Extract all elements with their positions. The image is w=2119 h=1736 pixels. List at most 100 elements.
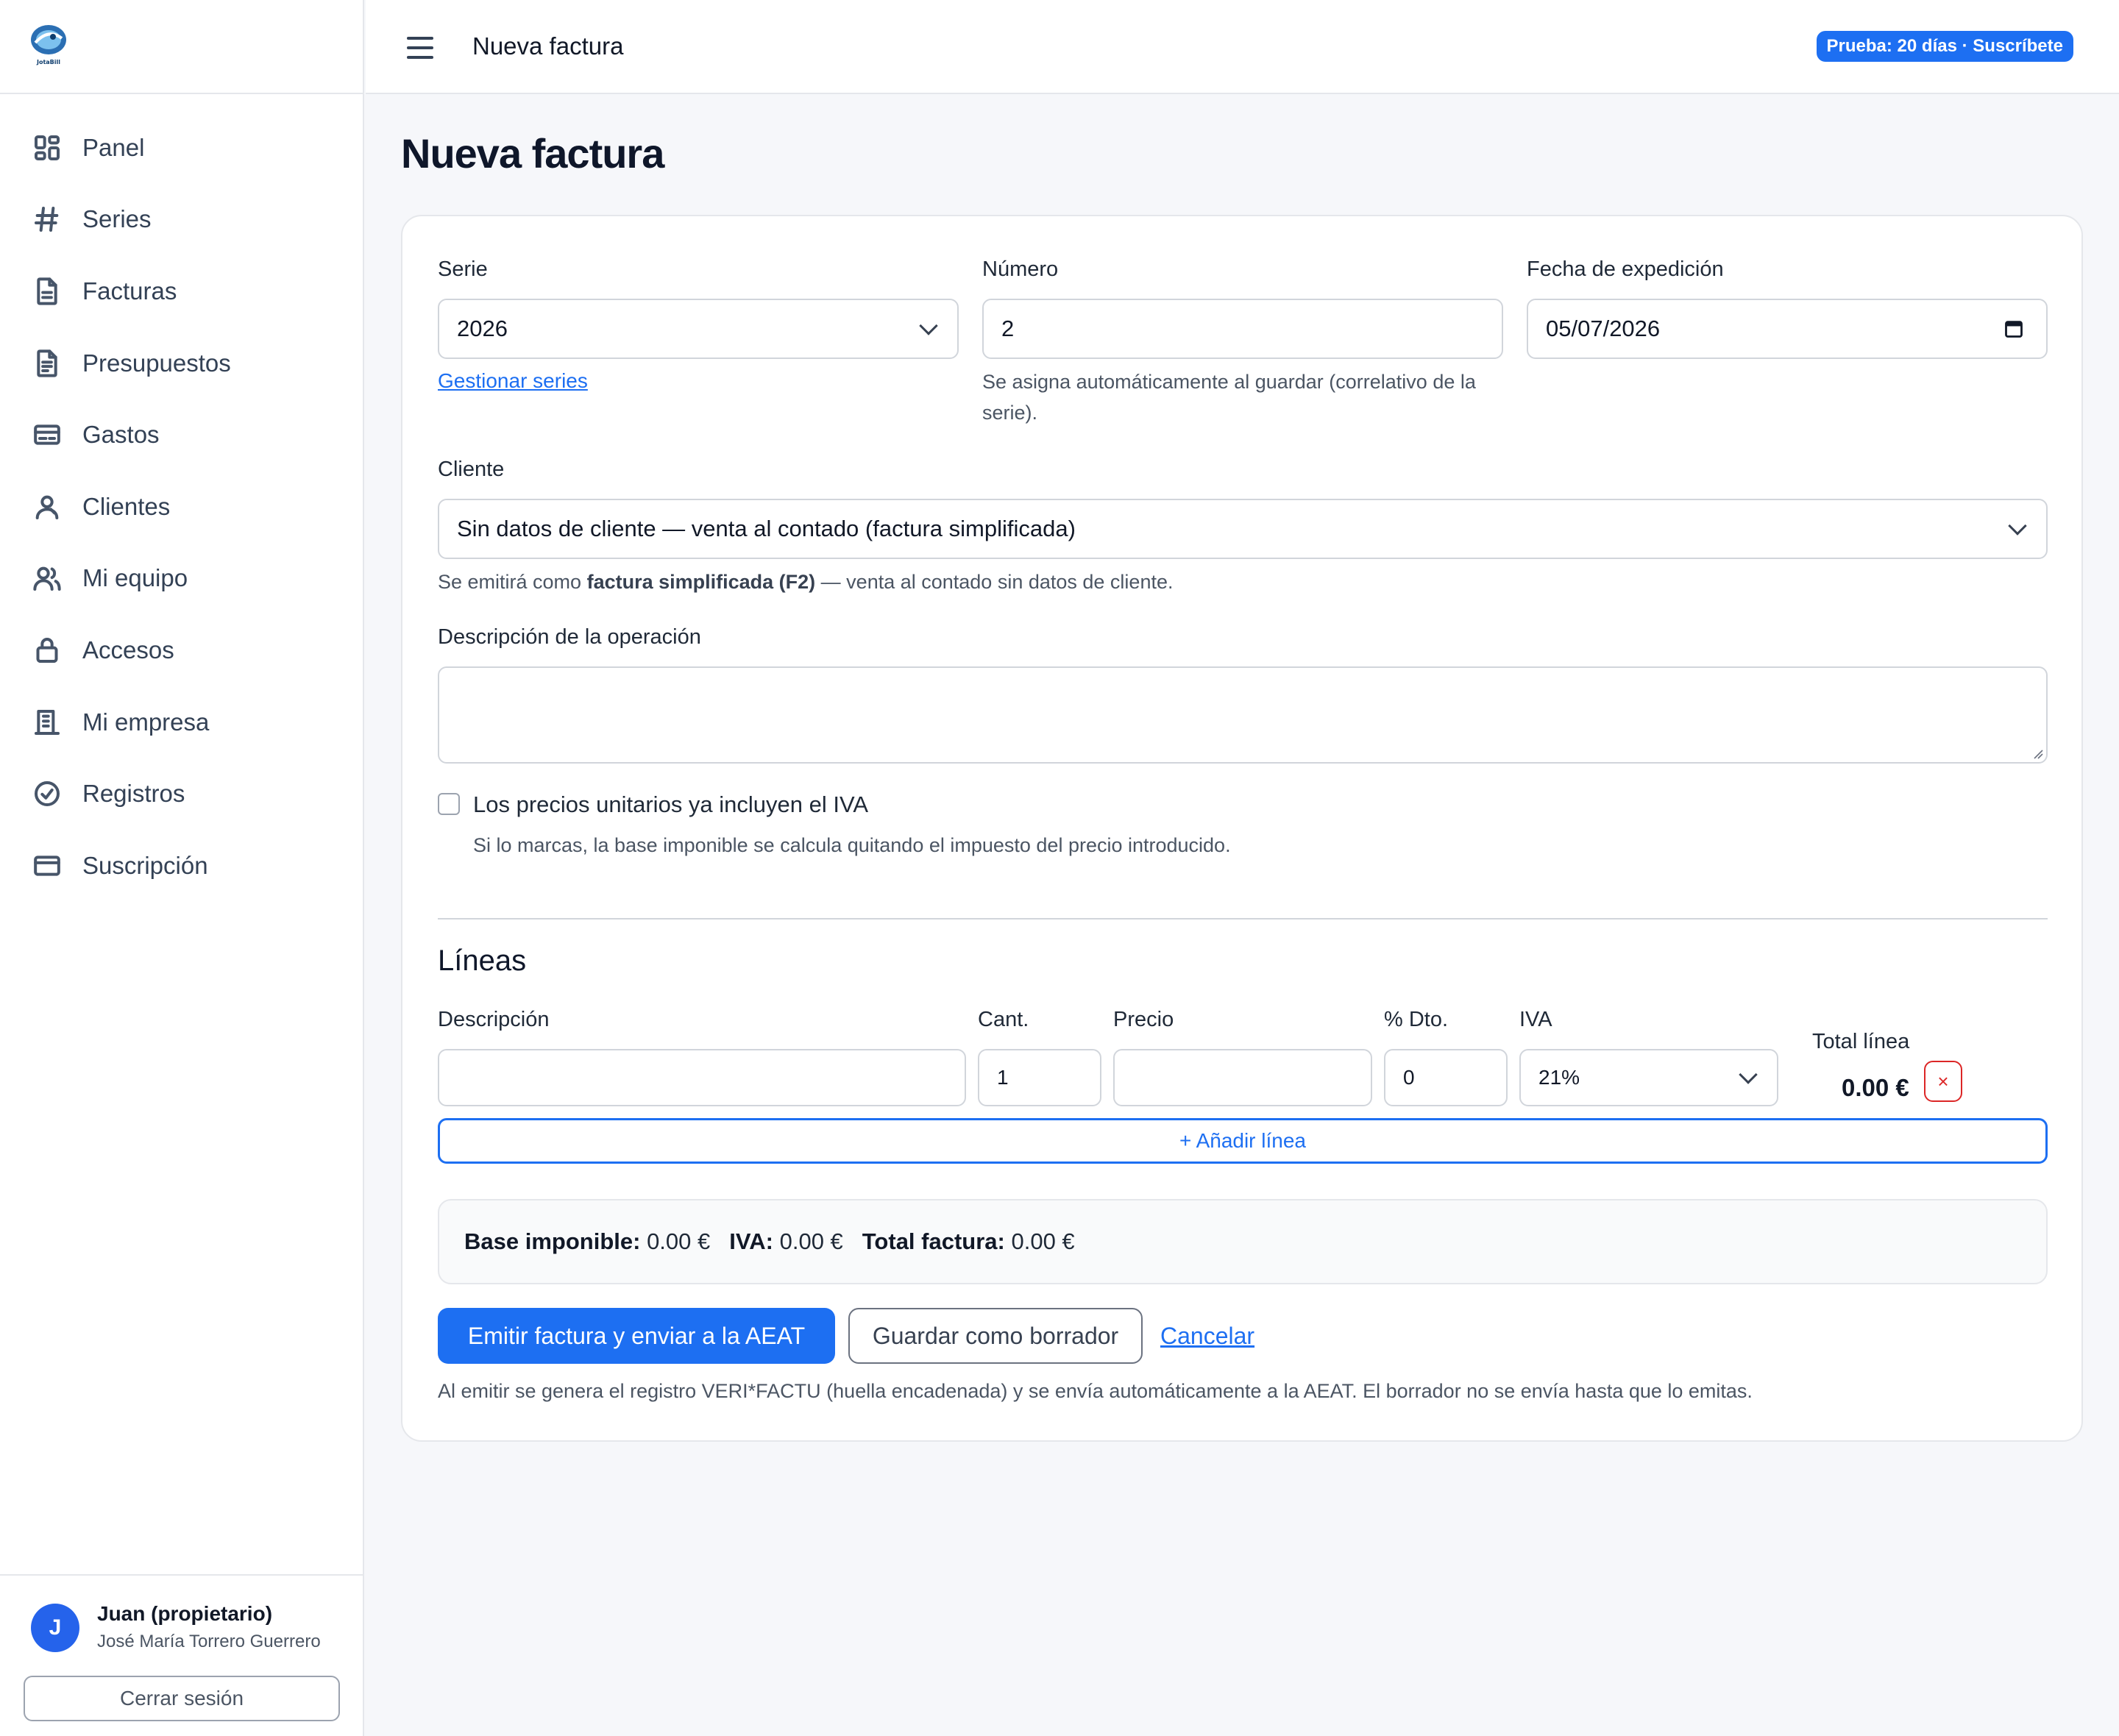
sidebar-item-label: Suscripción: [82, 851, 208, 879]
base-imponible-value: 0.00 €: [647, 1228, 711, 1254]
sidebar-item-registros[interactable]: Registros: [0, 758, 363, 830]
sidebar-item-label: Facturas: [82, 277, 177, 305]
chevron-down-icon: [919, 316, 938, 335]
sidebar: JotaBill Panel Series Facturas Presupues…: [0, 0, 364, 1736]
calendar-icon[interactable]: [2003, 319, 2024, 339]
hash-icon: [31, 203, 63, 235]
user-company: José María Torrero Guerrero: [97, 1632, 321, 1651]
remove-line-button[interactable]: ×: [1924, 1061, 1962, 1102]
descripcion-operacion-label: Descripción de la operación: [438, 625, 701, 649]
col-total-header: Total línea: [1812, 1030, 1910, 1053]
cliente-value: Sin datos de cliente — venta al contado …: [457, 516, 1076, 541]
sidebar-item-accesos[interactable]: Accesos: [0, 614, 363, 686]
iva-included-label[interactable]: Los precios unitarios ya incluyen el IVA: [473, 791, 868, 818]
line-dto-input[interactable]: 0: [1384, 1049, 1508, 1106]
fecha-label: Fecha de expedición: [1527, 257, 1724, 281]
sidebar-item-facturas[interactable]: Facturas: [0, 255, 363, 327]
line-total: 0.00 €: [1842, 1074, 1909, 1101]
base-imponible: Base imponible: 0.00 €: [464, 1228, 710, 1255]
sidebar-item-suscripcion[interactable]: Suscripción: [0, 830, 363, 902]
user-panel: J Juan (propietario) José María Torrero …: [0, 1574, 363, 1736]
save-draft-button[interactable]: Guardar como borrador: [848, 1308, 1143, 1364]
numero-input[interactable]: 2: [982, 299, 1503, 359]
add-line-button[interactable]: + Añadir línea: [438, 1118, 2048, 1164]
cliente-select[interactable]: Sin datos de cliente — venta al contado …: [438, 499, 2048, 559]
cliente-help-bold: factura simplificada (F2): [586, 571, 816, 593]
footer-note: Al emitir se genera el registro VERI*FAC…: [438, 1380, 1753, 1402]
line-cantidad-input[interactable]: 1: [978, 1049, 1101, 1106]
totals-box: Base imponible: 0.00 € IVA: 0.00 € Total…: [438, 1199, 2048, 1284]
grid-icon: [31, 132, 63, 164]
sidebar-item-presupuestos[interactable]: Presupuestos: [0, 327, 363, 399]
line-descripcion-input[interactable]: [438, 1049, 966, 1106]
sidebar-item-panel[interactable]: Panel: [0, 112, 363, 184]
sidebar-item-label: Presupuestos: [82, 349, 231, 377]
total-factura-label: Total factura:: [862, 1228, 1005, 1254]
building-icon: [31, 706, 63, 739]
sidebar-item-series[interactable]: Series: [0, 184, 363, 256]
svg-text:JotaBill: JotaBill: [36, 59, 60, 65]
chevron-down-icon: [1739, 1065, 1758, 1084]
emit-invoice-button[interactable]: Emitir factura y enviar a la AEAT: [438, 1308, 835, 1364]
divider: [438, 918, 2048, 919]
col-dto-header: % Dto.: [1384, 1008, 1449, 1031]
cliente-help-text: Se emitirá como: [438, 571, 587, 593]
col-precio-header: Precio: [1113, 1008, 1174, 1031]
manage-series-link[interactable]: Gestionar series: [438, 369, 588, 393]
sidebar-item-mi-equipo[interactable]: Mi equipo: [0, 543, 363, 615]
iva-included-help: Si lo marcas, la base imponible se calcu…: [473, 834, 1231, 856]
descripcion-operacion-textarea[interactable]: [438, 666, 2048, 764]
cliente-help: Se emitirá como factura simplificada (F2…: [438, 566, 1173, 597]
sidebar-item-label: Mi equipo: [82, 564, 188, 592]
col-descripcion-header: Descripción: [438, 1008, 550, 1031]
fecha-input[interactable]: 05/07/2026: [1527, 299, 2048, 359]
sidebar-item-label: Clientes: [82, 492, 171, 520]
fecha-value: 05/07/2026: [1546, 316, 1661, 341]
line-precio-input[interactable]: [1113, 1049, 1372, 1106]
lock-icon: [31, 634, 63, 666]
sidebar-item-clientes[interactable]: Clientes: [0, 471, 363, 543]
cliente-help-text-end: — venta al contado sin datos de cliente.: [815, 571, 1174, 593]
sidebar-item-mi-empresa[interactable]: Mi empresa: [0, 686, 363, 758]
invoice-form-card: Serie 2026 Gestionar series Número 2 Se …: [401, 215, 2083, 1442]
line-dto-value: 0: [1403, 1066, 1415, 1089]
page-title: Nueva factura: [401, 130, 664, 177]
iva-total: IVA: 0.00 €: [729, 1228, 843, 1255]
check-circle-icon: [31, 778, 63, 810]
trial-badge[interactable]: Prueba: 20 días · Suscríbete: [1816, 31, 2073, 62]
document-icon: [31, 275, 63, 307]
cliente-label: Cliente: [438, 458, 505, 481]
client-icon: [31, 491, 63, 523]
cancel-link[interactable]: Cancelar: [1160, 1323, 1254, 1350]
card-icon: [31, 419, 63, 451]
user-name: Juan (propietario): [97, 1602, 273, 1625]
document-list-icon: [31, 347, 63, 380]
avatar[interactable]: J: [31, 1604, 79, 1652]
total-factura-value: 0.00 €: [1011, 1228, 1075, 1254]
sidebar-nav: Panel Series Facturas Presupuestos Gasto…: [0, 94, 363, 902]
sidebar-item-label: Series: [82, 205, 152, 233]
line-iva-value: 21%: [1538, 1066, 1580, 1089]
brand: JotaBill: [0, 0, 363, 94]
sidebar-item-gastos[interactable]: Gastos: [0, 399, 363, 471]
col-iva-header: IVA: [1519, 1008, 1552, 1031]
jotabill-logo[interactable]: JotaBill: [28, 22, 69, 68]
topbar: Nueva factura Prueba: 20 días · Suscríbe…: [366, 0, 2119, 94]
serie-label: Serie: [438, 257, 488, 281]
numero-help: Se asigna automáticamente al guardar (co…: [982, 371, 1476, 424]
resize-handle-icon[interactable]: [2031, 747, 2043, 759]
menu-icon[interactable]: [407, 37, 433, 59]
logout-button[interactable]: Cerrar sesión: [24, 1676, 340, 1721]
sidebar-item-label: Gastos: [82, 421, 160, 449]
chevron-down-icon: [2008, 516, 2027, 536]
team-icon: [31, 562, 63, 594]
numero-label: Número: [982, 257, 1059, 281]
sidebar-item-label: Mi empresa: [82, 708, 210, 736]
line-iva-select[interactable]: 21%: [1519, 1049, 1778, 1106]
serie-select[interactable]: 2026: [438, 299, 959, 359]
iva-total-label: IVA:: [729, 1228, 773, 1254]
topbar-title: Nueva factura: [472, 32, 624, 60]
iva-included-checkbox[interactable]: [438, 793, 460, 815]
total-factura: Total factura: 0.00 €: [862, 1228, 1075, 1255]
iva-total-value: 0.00 €: [779, 1228, 843, 1254]
